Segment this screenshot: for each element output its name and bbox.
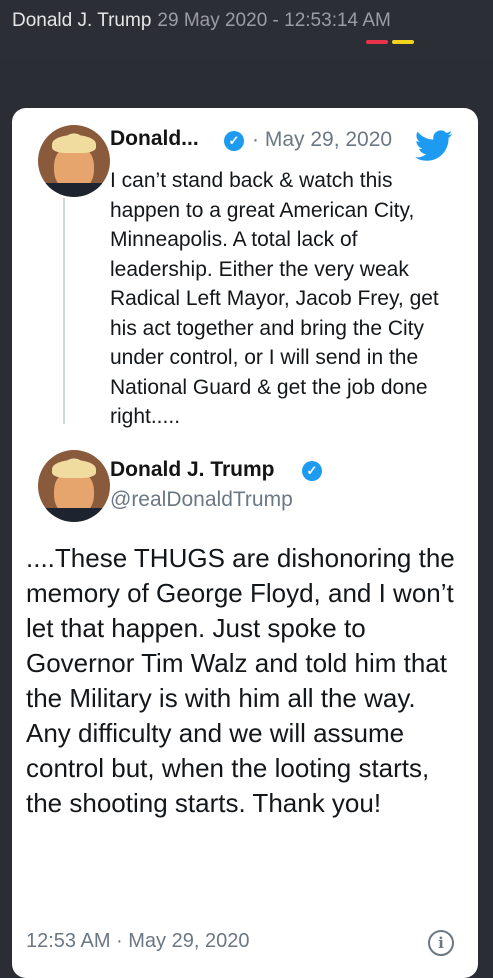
header-text: Donald J. Trump 29 May 2020 - 12:53:14 AM [12,10,391,32]
verified-check-icon: ✓ [302,461,322,481]
twitter-bird-icon[interactable] [415,130,453,162]
quoted-author-name[interactable]: Donald... [110,127,199,151]
avatar[interactable] [38,450,110,522]
yellow-underline-mark [392,40,414,44]
red-underline-mark [366,40,388,44]
thread-line [63,198,65,424]
message-header: Donald J. Trump 29 May 2020 - 12:53:14 AM [0,0,493,58]
quoted-tweet-text: I can’t stand back & watch this happen t… [110,169,439,428]
verified-check-icon: ✓ [224,131,244,151]
quoted-tweet-date[interactable]: · May 29, 2020 [252,128,392,152]
header-author: Donald J. Trump [12,10,152,31]
tweet-text: ....These THUGS are dishonoring the memo… [26,543,455,818]
avatar[interactable] [38,125,110,197]
tweet-timestamp[interactable]: 12:53 AM · May 29, 2020 [26,930,249,953]
author-handle[interactable]: @realDonaldTrump [110,488,293,512]
info-icon[interactable]: i [428,930,454,956]
author-name[interactable]: Donald J. Trump [110,458,275,482]
header-timestamp: 29 May 2020 - 12:53:14 AM [157,10,391,31]
